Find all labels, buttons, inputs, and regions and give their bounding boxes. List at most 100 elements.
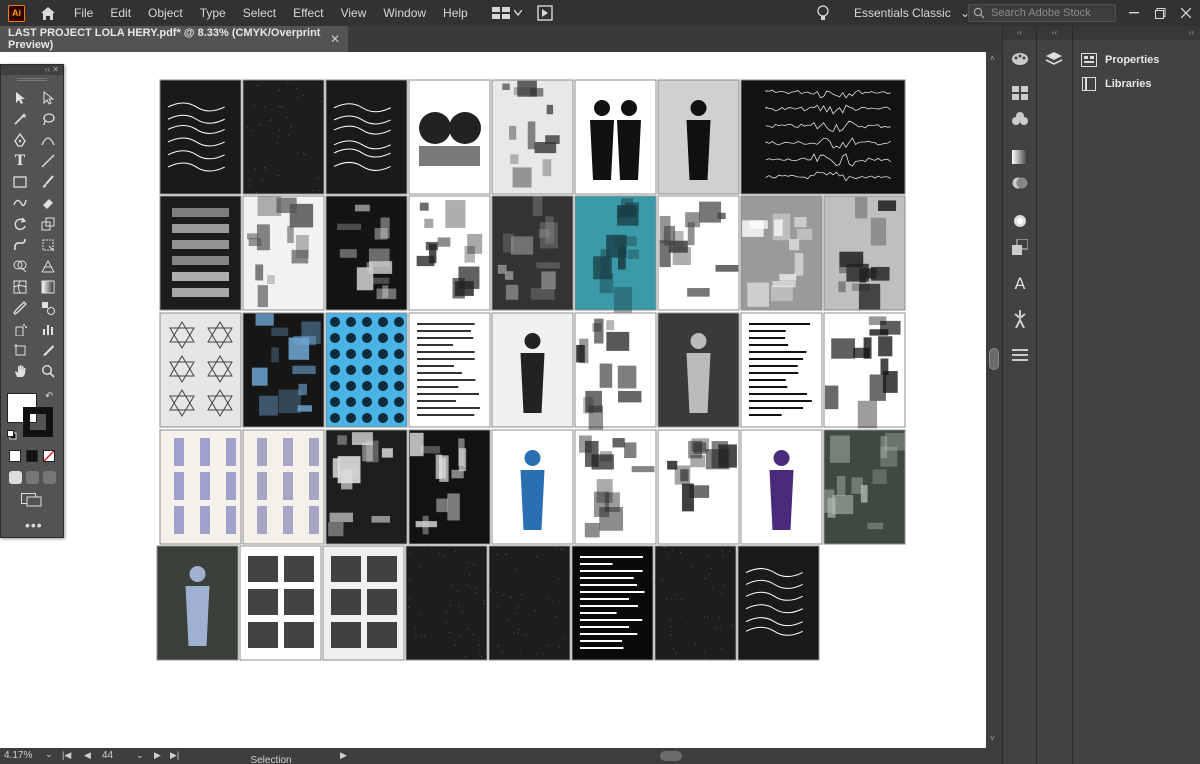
artboard-dropdown-icon[interactable]: ⌄: [136, 750, 144, 761]
puppet-warp-icon[interactable]: [1003, 306, 1037, 332]
artboard-thumbnail[interactable]: [740, 312, 823, 428]
artboard-thumbnail[interactable]: [325, 429, 408, 545]
collapse-dock-icon[interactable]: ‹‹: [1037, 26, 1072, 40]
home-icon[interactable]: [39, 4, 57, 22]
zoom-level[interactable]: 4.17%: [4, 750, 32, 761]
artboard-thumbnail[interactable]: [408, 429, 491, 545]
artboard-thumbnail[interactable]: [242, 312, 325, 428]
libraries-panel-tab[interactable]: Libraries: [1073, 72, 1200, 96]
collapse-toolbox-icon[interactable]: ‹‹: [45, 65, 50, 74]
gpu-performance-icon[interactable]: [534, 4, 556, 22]
artboard-thumbnail[interactable]: [159, 195, 242, 311]
artboard-number[interactable]: 44: [102, 750, 113, 761]
artboard-thumbnail[interactable]: [242, 79, 325, 195]
artboard-thumbnail[interactable]: [242, 195, 325, 311]
swatches-icon[interactable]: [1003, 80, 1037, 106]
properties-panel-tab[interactable]: Properties: [1073, 48, 1200, 72]
menu-type[interactable]: Type: [191, 0, 234, 26]
artboard-thumbnail[interactable]: [574, 312, 657, 433]
artboard-thumbnail[interactable]: [156, 545, 239, 661]
none-mode-swatch[interactable]: [43, 450, 55, 462]
minimize-icon[interactable]: [1122, 0, 1146, 26]
screen-mode-icon[interactable]: [21, 493, 43, 512]
rotate-tool-icon[interactable]: [7, 213, 33, 234]
artboard[interactable]: [0, 52, 986, 748]
artboard-thumbnail[interactable]: [654, 545, 737, 661]
artboard-thumbnail[interactable]: [737, 545, 820, 661]
collapse-panel-icon[interactable]: ››: [1073, 26, 1200, 40]
canvas[interactable]: [0, 52, 986, 748]
menu-file[interactable]: File: [65, 0, 101, 26]
perspective-grid-tool-icon[interactable]: [35, 255, 61, 276]
artboard-thumbnail[interactable]: [488, 545, 571, 661]
chevron-down-icon[interactable]: [512, 4, 524, 22]
next-artboard-icon[interactable]: ▶: [154, 750, 161, 761]
vertical-scrollbar[interactable]: ˄ ˅: [986, 52, 1002, 748]
tools-panel[interactable]: ‹‹ ✕ T ↶ •••: [0, 64, 64, 538]
artboard-thumbnail[interactable]: [159, 312, 242, 428]
arrange-documents-icon[interactable]: [490, 4, 512, 22]
artboard-thumbnail[interactable]: [657, 312, 740, 428]
layers-icon[interactable]: [1037, 46, 1071, 72]
search-adobe-stock-input[interactable]: Search Adobe Stock: [968, 4, 1116, 22]
artboard-thumbnail[interactable]: [491, 79, 574, 195]
draw-behind-icon[interactable]: [26, 471, 39, 484]
artboard-thumbnail[interactable]: [657, 79, 740, 195]
default-fill-stroke-icon[interactable]: [7, 427, 17, 440]
gradient-icon[interactable]: [1003, 144, 1037, 170]
menu-view[interactable]: View: [332, 0, 375, 26]
type-tool-icon[interactable]: T: [7, 150, 33, 171]
appearance-icon[interactable]: [1003, 208, 1037, 234]
menu-edit[interactable]: Edit: [101, 0, 139, 26]
last-artboard-icon[interactable]: ▶|: [170, 750, 179, 761]
gradient-tool-icon[interactable]: [35, 276, 61, 297]
color-mode-swatch[interactable]: [9, 450, 21, 462]
transparency-icon[interactable]: [1003, 170, 1037, 196]
artboard-thumbnail[interactable]: [325, 79, 408, 195]
shaper-tool-icon[interactable]: [7, 192, 33, 213]
line-segment-tool-icon[interactable]: [35, 150, 61, 171]
scroll-down-icon[interactable]: ˅: [990, 734, 995, 743]
artboard-thumbnail[interactable]: [823, 195, 906, 311]
color-guide-icon[interactable]: [1003, 46, 1037, 72]
artboard-thumbnail[interactable]: [242, 429, 325, 545]
eyedropper-tool-icon[interactable]: [7, 297, 33, 318]
zoom-tool-icon[interactable]: [35, 360, 61, 381]
zoom-dropdown-icon[interactable]: ⌄: [45, 749, 53, 760]
character-icon[interactable]: A: [1003, 270, 1037, 296]
artboard-thumbnail[interactable]: [574, 195, 657, 314]
status-menu-icon[interactable]: ▶: [340, 750, 347, 761]
artboard-thumbnail[interactable]: [574, 429, 657, 545]
mesh-tool-icon[interactable]: [7, 276, 33, 297]
artboard-thumbnail[interactable]: [159, 79, 242, 195]
artboard-thumbnail[interactable]: [823, 312, 906, 429]
close-icon[interactable]: [1174, 0, 1198, 26]
artboard-thumbnail[interactable]: [325, 195, 408, 311]
lightbulb-icon[interactable]: [816, 4, 830, 25]
pen-tool-icon[interactable]: [7, 129, 33, 150]
artboard-thumbnail[interactable]: [657, 195, 740, 311]
hand-tool-icon[interactable]: [7, 360, 33, 381]
artboard-thumbnail[interactable]: [491, 312, 574, 428]
symbol-sprayer-tool-icon[interactable]: [7, 318, 33, 339]
artboard-tool-icon[interactable]: [7, 339, 33, 360]
menu-help[interactable]: Help: [434, 0, 476, 26]
artboard-thumbnail[interactable]: [408, 195, 491, 311]
curvature-tool-icon[interactable]: [35, 129, 61, 150]
close-toolbox-icon[interactable]: ✕: [52, 65, 59, 74]
shape-builder-tool-icon[interactable]: [7, 255, 33, 276]
artboard-thumbnail[interactable]: [574, 79, 657, 195]
paintbrush-tool-icon[interactable]: [35, 171, 61, 192]
artboard-thumbnail[interactable]: [740, 195, 823, 311]
edit-toolbar-icon[interactable]: •••: [25, 517, 43, 533]
magic-wand-tool-icon[interactable]: [7, 108, 33, 129]
artboard-thumbnail[interactable]: [159, 429, 242, 545]
warp-tool-icon[interactable]: [7, 234, 33, 255]
column-graph-tool-icon[interactable]: [35, 318, 61, 339]
artboard-thumbnail[interactable]: [740, 79, 906, 195]
menu-window[interactable]: Window: [374, 0, 434, 26]
gradient-mode-swatch[interactable]: [26, 450, 38, 462]
horizontal-scroll-thumb[interactable]: [660, 751, 682, 761]
artboard-thumbnail[interactable]: [408, 79, 491, 195]
align-icon[interactable]: [1003, 342, 1037, 368]
